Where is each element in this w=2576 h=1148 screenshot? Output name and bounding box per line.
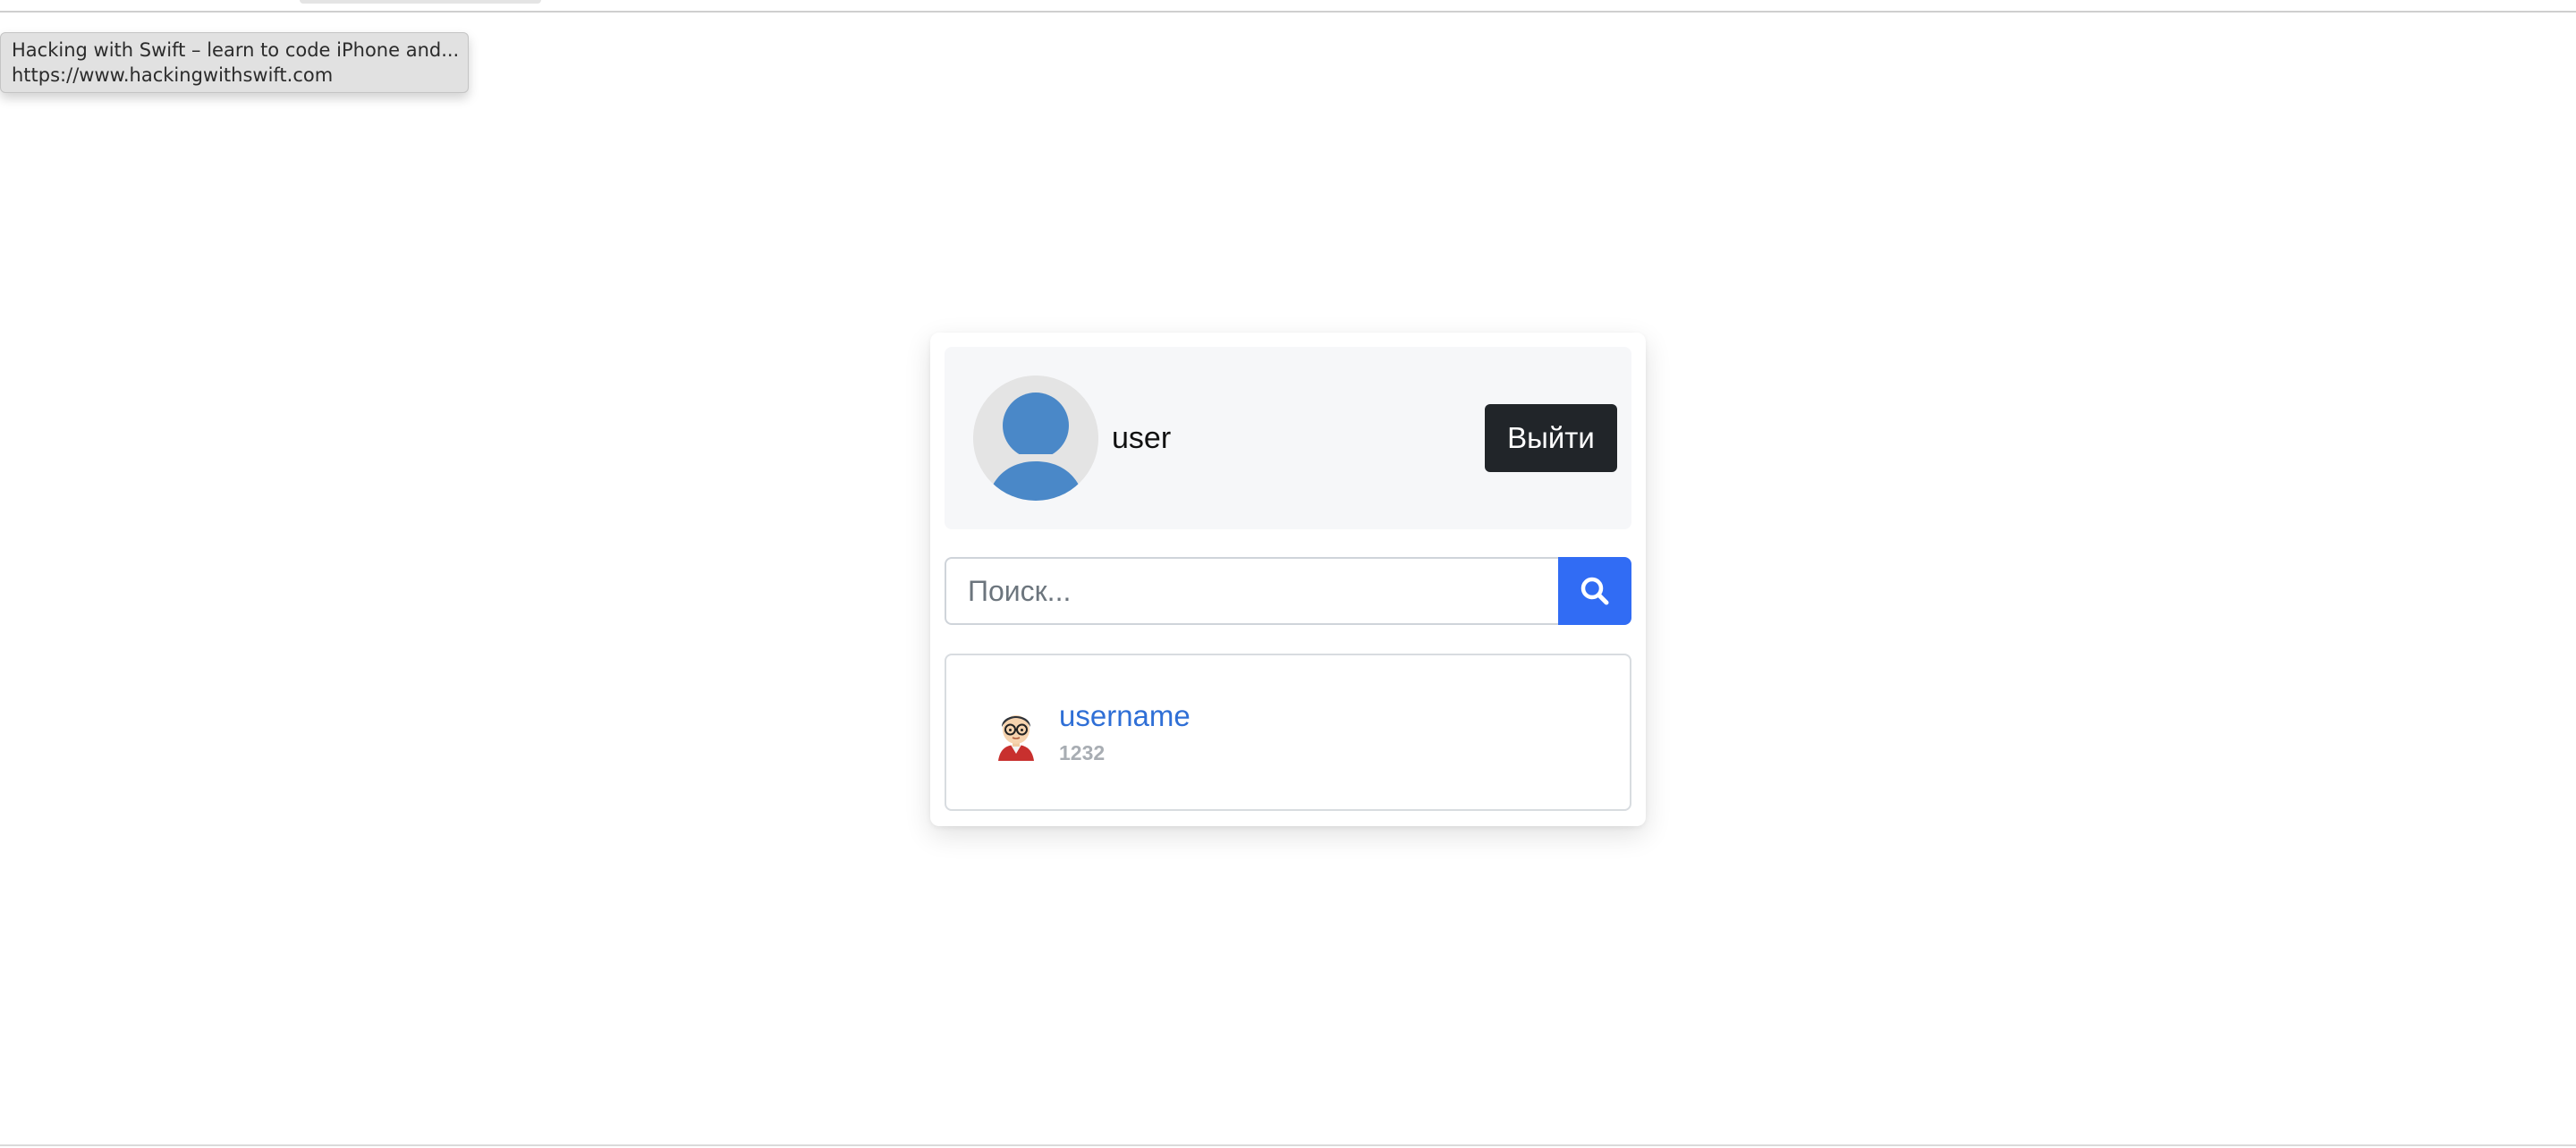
page-bottom-divider (0, 1144, 2576, 1146)
user-panel-card: user Выйти Поиск... username 1232 (930, 333, 1646, 826)
list-item[interactable]: username 1232 (946, 655, 1630, 809)
tooltip-title: Hacking with Swift – learn to code iPhon… (12, 39, 457, 61)
logout-button[interactable]: Выйти (1485, 404, 1617, 472)
result-username-link[interactable]: username (1059, 698, 1191, 734)
search-icon (1580, 577, 1609, 605)
search-input[interactable] (945, 557, 1560, 625)
browser-tab-stub (300, 0, 541, 4)
search-results-list: username 1232 (945, 654, 1631, 811)
result-subtitle: 1232 (1059, 741, 1106, 764)
profile-header: user Выйти (945, 347, 1631, 529)
user-glasses-avatar-icon (993, 705, 1039, 761)
link-tooltip: Hacking with Swift – learn to code iPhon… (0, 32, 469, 93)
profile-username: user (1112, 421, 1172, 455)
search-button[interactable] (1558, 557, 1631, 625)
profile-avatar (973, 376, 1098, 501)
search-bar (945, 557, 1631, 625)
tooltip-url: https://www.hackingwithswift.com (12, 64, 334, 86)
user-silhouette-icon (973, 376, 1098, 501)
browser-toolbar-divider (0, 11, 2576, 13)
